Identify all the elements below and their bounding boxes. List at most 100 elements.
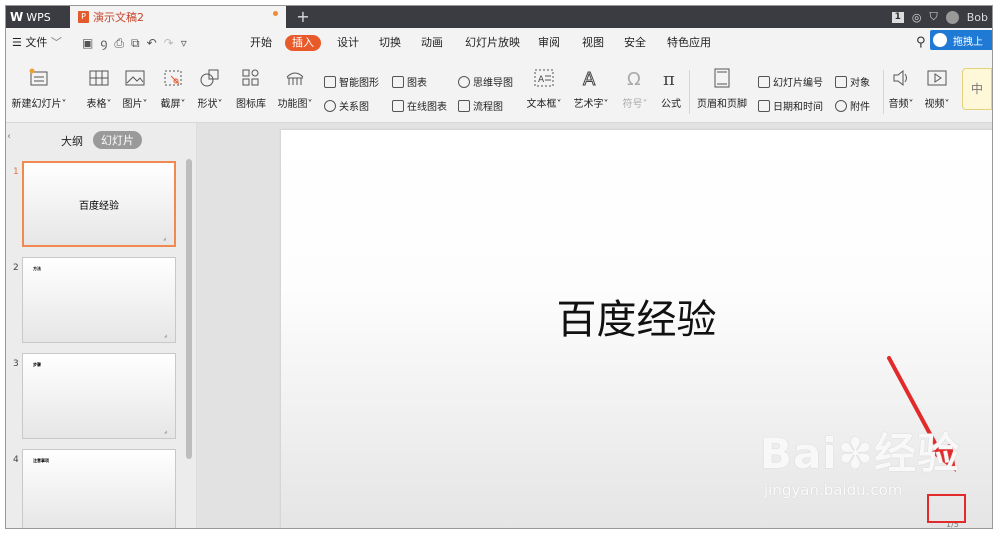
document-tab[interactable]: P 演示文稿2	[70, 6, 286, 28]
table-button[interactable]: 表格˅	[82, 68, 116, 110]
print-icon[interactable]: ⎙	[114, 36, 131, 50]
slide-thumbnail-1[interactable]: 百度经验 ◢	[22, 161, 176, 247]
attachment-button[interactable]: 附件	[835, 98, 870, 113]
tab-slideshow[interactable]: 幻灯片放映	[465, 28, 520, 58]
unsaved-dot-icon	[273, 11, 278, 16]
text-box-label: 文本框	[526, 99, 557, 110]
word-art-button[interactable]: A 艺术字˅	[569, 68, 613, 111]
formula-button[interactable]: π 公式	[656, 68, 686, 110]
svg-text:π: π	[663, 69, 675, 88]
shapes-icon	[200, 69, 219, 87]
tab-transitions[interactable]: 切换	[379, 28, 401, 58]
new-slide-button[interactable]: 新建幻灯片˅	[8, 68, 70, 110]
date-time-button[interactable]: 日期和时间	[758, 98, 823, 113]
svg-text:Ω: Ω	[627, 69, 641, 88]
format-painter-icon[interactable]: ꝯ	[100, 36, 114, 50]
thumbnail-corner-mark: ◢	[162, 236, 166, 241]
table-label: 表格	[86, 99, 107, 110]
tab-animations[interactable]: 动画	[421, 28, 443, 58]
function-chart-button[interactable]: 功能图˅	[273, 68, 317, 110]
new-tab-button[interactable]: +	[294, 6, 312, 28]
header-footer-button[interactable]: 页眉和页脚	[692, 68, 752, 110]
word-art-icon: A	[583, 69, 597, 91]
slide-number: 2	[13, 263, 19, 273]
panel-tabs: 大纲 幻灯片	[6, 131, 196, 149]
relation-chart-label: 关系图	[339, 102, 369, 113]
presentation-icon: P	[78, 11, 89, 23]
dropdown-arrow-icon: ˅	[106, 99, 112, 110]
wps-home-tab[interactable]: W WPS	[6, 6, 68, 28]
shapes-button[interactable]: 形状˅	[193, 68, 227, 110]
tab-features[interactable]: 特色应用	[667, 28, 711, 58]
redo-icon[interactable]: ↷	[164, 36, 181, 50]
slide-number: 3	[13, 359, 19, 369]
icon-library-button[interactable]: 图标库	[232, 68, 270, 110]
formula-label: 公式	[661, 99, 681, 110]
shirt-icon[interactable]: ⛉	[929, 10, 937, 24]
slide-title[interactable]: 百度经验	[281, 287, 992, 345]
tab-review[interactable]: 审阅	[538, 28, 560, 58]
object-label: 对象	[850, 78, 870, 89]
wps-logo-icon: W	[10, 10, 24, 24]
mind-map-icon	[458, 75, 470, 88]
panel-scrollbar[interactable]	[186, 159, 192, 459]
tab-outline[interactable]: 大纲	[61, 133, 83, 149]
smart-graphic-icon	[324, 75, 336, 88]
undo-icon[interactable]: ↶	[147, 36, 164, 50]
calendar-icon	[758, 99, 770, 112]
svg-text:A: A	[583, 69, 596, 88]
flowchart-button[interactable]: 流程图	[458, 98, 503, 113]
object-button[interactable]: 对象	[835, 74, 870, 89]
dropdown-arrow-icon: ˅	[307, 99, 313, 110]
word-art-label: 艺术字	[573, 99, 604, 110]
slide-thumbnail-2[interactable]: 方法 ◢	[22, 257, 176, 343]
slide-thumbnail-3[interactable]: 步骤 ◢	[22, 353, 176, 439]
slide-thumbnail-4[interactable]: 注意事项	[22, 449, 176, 528]
chart-button[interactable]: 图表	[392, 74, 427, 89]
symbol-button[interactable]: Ω 符号˅	[618, 68, 652, 110]
tab-home[interactable]: 开始	[250, 28, 272, 58]
function-chart-label: 功能图	[277, 99, 308, 110]
save-icon[interactable]: ▣	[82, 36, 100, 50]
side-panel-button[interactable]: 中	[962, 68, 992, 110]
video-label: 视频	[924, 99, 945, 110]
cloud-upload-button[interactable]: 拖拽上	[930, 30, 992, 50]
print-preview-icon[interactable]: ⧉	[131, 36, 147, 50]
video-button[interactable]: 视频˅	[920, 68, 954, 110]
avatar[interactable]	[945, 10, 959, 24]
mind-map-label: 思维导图	[473, 78, 513, 89]
tab-design[interactable]: 设计	[337, 28, 359, 58]
smart-graphic-button[interactable]: 智能图形	[324, 74, 379, 89]
header-footer-icon	[714, 68, 730, 88]
screenshot-button[interactable]: 截屏˅	[156, 68, 190, 110]
slide-number-button[interactable]: 幻灯片编号	[758, 74, 823, 89]
online-chart-label: 在线图表	[407, 102, 447, 113]
file-menu[interactable]: ☰ 文件 ﹀	[12, 28, 62, 58]
tab-view[interactable]: 视图	[582, 28, 604, 58]
pi-icon: π	[663, 69, 675, 90]
picture-button[interactable]: 图片˅	[118, 68, 152, 110]
mind-map-button[interactable]: 思维导图	[458, 74, 513, 89]
tab-insert[interactable]: 插入	[285, 35, 321, 51]
audio-label: 音频	[888, 99, 909, 110]
window-count-badge[interactable]: 1	[891, 11, 904, 23]
watermark-url: jingyan.baidu.com	[764, 481, 903, 499]
menu-bar: ☰ 文件 ﹀ ▣ꝯ⎙⧉↶↷▿ 开始 插入 设计 切换 动画 幻灯片放映 审阅 视…	[6, 28, 992, 58]
relation-chart-button[interactable]: 关系图	[324, 98, 369, 113]
slide-number: 4	[13, 455, 19, 465]
text-box-button[interactable]: A 文本框˅	[522, 68, 566, 110]
document-tab-title: 演示文稿2	[93, 11, 144, 24]
user-name[interactable]: Bob	[967, 11, 988, 24]
tab-security[interactable]: 安全	[624, 28, 646, 58]
tab-slides[interactable]: 幻灯片	[93, 131, 142, 149]
dropdown-arrow-icon: ˅	[217, 99, 223, 110]
online-chart-button[interactable]: 在线图表	[392, 98, 447, 113]
new-slide-icon	[29, 68, 48, 86]
icon-library-label: 图标库	[236, 99, 266, 110]
audio-button[interactable]: 音频˅	[884, 68, 918, 110]
titlebar-right: 1 ◎ ⛉ Bob	[891, 6, 992, 28]
skin-icon[interactable]: ◎	[912, 11, 922, 24]
search-icon[interactable]: ⚲	[916, 28, 926, 58]
customize-icon[interactable]: ▿	[181, 36, 194, 50]
title-bar: W WPS P 演示文稿2 + 1 ◎ ⛉ Bob	[6, 6, 992, 28]
